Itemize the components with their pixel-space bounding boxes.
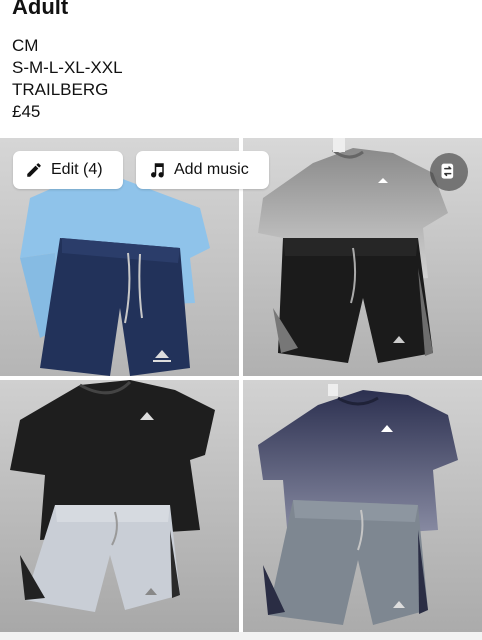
description-line-price: £45 bbox=[12, 102, 41, 121]
photo-grid bbox=[0, 138, 482, 632]
description-line-sizes: S-M-L-XL-XXL bbox=[12, 58, 123, 77]
post-title: Adult bbox=[12, 0, 69, 19]
add-music-button-label: Add music bbox=[174, 161, 249, 178]
edit-button[interactable]: Edit (4) bbox=[13, 151, 123, 189]
edit-button-label: Edit (4) bbox=[51, 161, 103, 178]
description-line-brand: TRAILBERG bbox=[12, 80, 109, 99]
swap-icon bbox=[441, 163, 454, 179]
add-music-button[interactable]: Add music bbox=[136, 151, 269, 189]
photo-3[interactable] bbox=[0, 380, 239, 632]
bottom-divider bbox=[0, 632, 482, 640]
pencil-icon bbox=[27, 163, 41, 177]
photo-4-image bbox=[243, 380, 482, 632]
photo-3-image bbox=[0, 380, 239, 632]
post-editor: Adult CM S-M-L-XL-XXL TRAILBERG £45 Edit… bbox=[0, 0, 482, 640]
swap-photos-button[interactable] bbox=[430, 153, 468, 191]
product-description: CM S-M-L-XL-XXL TRAILBERG £45 bbox=[12, 35, 123, 123]
description-line-brand-code: CM bbox=[12, 36, 39, 55]
music-note-icon bbox=[151, 163, 164, 178]
photo-4[interactable] bbox=[243, 380, 482, 632]
